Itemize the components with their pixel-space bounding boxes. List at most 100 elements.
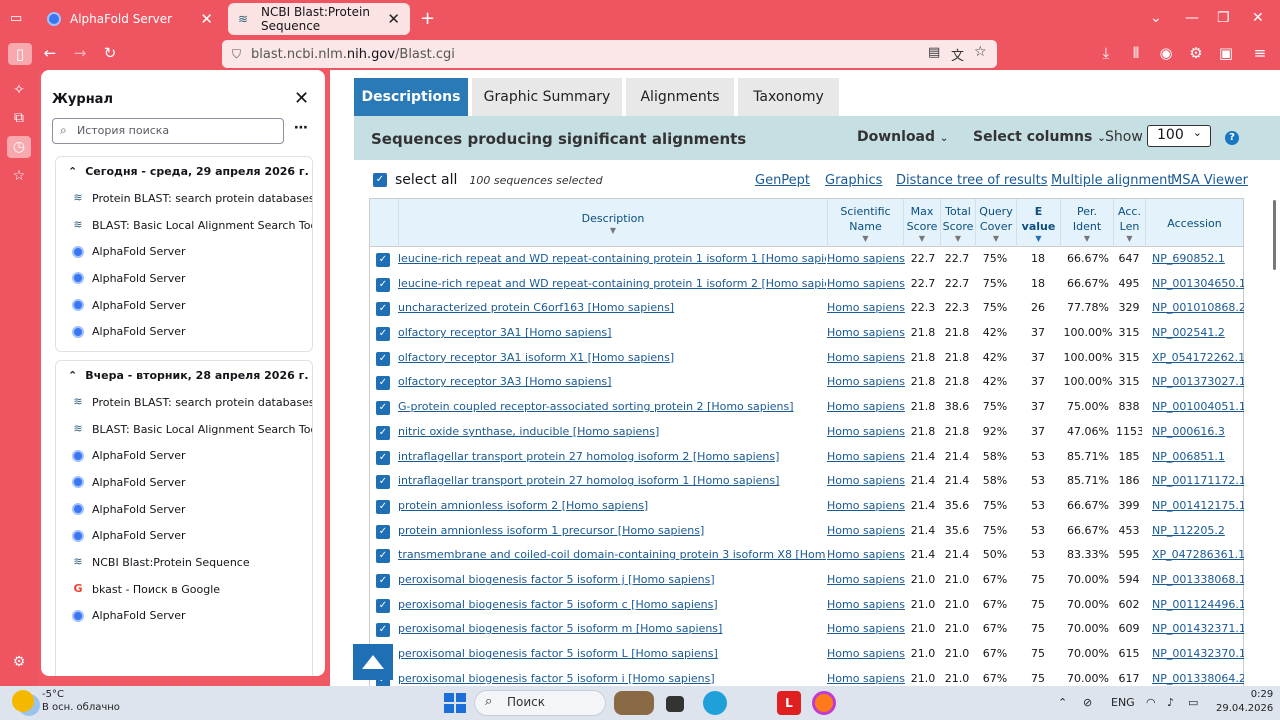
row-checkbox[interactable]: ✓ <box>376 351 390 366</box>
row-scientific-name-link[interactable]: Homo sapiens <box>827 296 905 321</box>
bookmarks-icon[interactable]: ☆ <box>9 168 29 184</box>
row-scientific-name-link[interactable]: Homo sapiens <box>827 543 905 568</box>
account-icon[interactable]: ◉ <box>1156 44 1176 62</box>
link-distance-tree[interactable]: Distance tree of results <box>896 173 1047 188</box>
reader-view-icon[interactable]: ▤ <box>928 45 940 60</box>
row-scientific-name-link[interactable]: Homo sapiens <box>827 247 905 272</box>
history-group-header[interactable]: ⌃ Вчера - вторник, 28 апреля 2026 г. <box>56 361 312 389</box>
row-description-link[interactable]: peroxisomal biogenesis factor 5 isoform … <box>398 667 826 686</box>
row-description-link[interactable]: protein amnionless isoform 1 precursor [… <box>398 519 826 544</box>
row-checkbox[interactable]: ✓ <box>376 376 390 391</box>
row-checkbox[interactable]: ✓ <box>376 499 390 514</box>
forward-icon[interactable]: → <box>70 44 90 62</box>
row-accession-link[interactable]: NP_001373027.1 <box>1152 370 1244 395</box>
row-scientific-name-link[interactable]: Homo sapiens <box>827 370 905 395</box>
speaker-icon[interactable]: ♪ <box>1167 696 1174 709</box>
col-e-value[interactable]: E value ▼ <box>1016 199 1060 247</box>
history-item[interactable]: AlphaFold Server <box>56 496 312 523</box>
row-scientific-name-link[interactable]: Homo sapiens <box>827 395 905 420</box>
history-item[interactable]: ≋ Protein BLAST: search protein databases… <box>56 389 312 416</box>
row-checkbox[interactable]: ✓ <box>376 450 390 465</box>
row-accession-link[interactable]: XP_047286361.1 <box>1152 543 1244 568</box>
row-accession-link[interactable]: NP_001338068.1 <box>1152 568 1244 593</box>
tab-ncbi-blast[interactable]: ≋ NCBI Blast:Protein Sequence ✕ <box>228 3 410 35</box>
close-tab-icon[interactable]: ✕ <box>387 10 400 28</box>
row-description-link[interactable]: G-protein coupled receptor-associated so… <box>398 395 826 420</box>
windows-start-icon[interactable] <box>442 691 466 715</box>
row-scientific-name-link[interactable]: Homo sapiens <box>827 568 905 593</box>
history-item[interactable]: AlphaFold Server <box>56 292 312 319</box>
row-checkbox[interactable]: ✓ <box>376 549 390 564</box>
reload-icon[interactable]: ↻ <box>100 44 120 62</box>
row-description-link[interactable]: transmembrane and coiled-coil domain-con… <box>398 543 826 568</box>
row-accession-link[interactable]: NP_006851.1 <box>1152 445 1244 470</box>
row-checkbox[interactable]: ✓ <box>376 524 390 539</box>
network-off-icon[interactable]: ⊘ <box>1083 696 1092 709</box>
row-accession-link[interactable]: NP_001171172.1 <box>1152 469 1244 494</box>
col-accession[interactable]: Accession <box>1145 199 1243 247</box>
history-search-input[interactable]: ⌕ История поиска <box>52 118 284 144</box>
tab-taxonomy[interactable]: Taxonomy <box>738 78 839 116</box>
row-scientific-name-link[interactable]: Homo sapiens <box>827 420 905 445</box>
menu-icon[interactable]: ≡ <box>1250 44 1270 62</box>
extensions-icon[interactable]: ⚙ <box>1186 44 1206 62</box>
back-icon[interactable]: ← <box>40 44 60 62</box>
row-accession-link[interactable]: NP_002541.2 <box>1152 321 1244 346</box>
sidebar-toggle-icon[interactable]: ▯ <box>8 43 32 65</box>
row-checkbox[interactable]: ✓ <box>376 327 390 342</box>
row-accession-link[interactable]: NP_690852.1 <box>1152 247 1244 272</box>
firefox-icon[interactable] <box>812 691 836 715</box>
row-description-link[interactable]: peroxisomal biogenesis factor 5 isoform … <box>398 642 826 667</box>
widget-app-icon[interactable] <box>614 691 654 715</box>
history-item[interactable]: AlphaFold Server <box>56 603 312 630</box>
row-checkbox[interactable]: ✓ <box>376 573 390 588</box>
history-item[interactable]: AlphaFold Server <box>56 522 312 549</box>
translate-icon[interactable]: 文 <box>951 45 964 64</box>
row-description-link[interactable]: nitric oxide synthase, inducible [Homo s… <box>398 420 826 445</box>
history-item[interactable]: Gbkast - Поиск в Google <box>56 576 312 603</box>
close-tab-icon[interactable]: ✕ <box>200 10 213 28</box>
file-explorer-icon[interactable] <box>666 696 684 712</box>
history-item[interactable]: ≋ NCBI Blast:Protein Sequence <box>56 549 312 576</box>
minimize-icon[interactable]: — <box>1185 10 1199 26</box>
row-scientific-name-link[interactable]: Homo sapiens <box>827 321 905 346</box>
scroll-to-top-button[interactable] <box>353 644 393 680</box>
select-all-checkbox[interactable]: ✓ <box>373 173 387 187</box>
close-icon[interactable]: ✕ <box>294 88 309 109</box>
chevron-down-icon[interactable]: ⌄ <box>1150 10 1162 26</box>
row-description-link[interactable]: olfactory receptor 3A3 [Homo sapiens] <box>398 370 826 395</box>
link-genpept[interactable]: GenPept <box>755 173 810 188</box>
col-acc-len[interactable]: Acc. Len ▼ <box>1113 199 1145 247</box>
window-close-icon[interactable]: ✕ <box>1252 10 1264 26</box>
history-item[interactable]: ≋ BLAST: Basic Local Alignment Search Too… <box>56 212 312 239</box>
row-checkbox[interactable]: ✓ <box>376 598 390 613</box>
weather-widget[interactable]: -5°C В осн. облачно <box>12 688 120 714</box>
row-scientific-name-link[interactable]: Homo sapiens <box>827 642 905 667</box>
url-bar[interactable]: ⛉ blast.ncbi.nlm. nih.gov/Blast.cgi ▤ 文 ☆ <box>222 40 997 68</box>
row-description-link[interactable]: peroxisomal biogenesis factor 5 isoform … <box>398 593 826 618</box>
language-indicator[interactable]: ENG <box>1111 696 1135 709</box>
history-item[interactable]: AlphaFold Server <box>56 442 312 469</box>
row-description-link[interactable]: olfactory receptor 3A1 isoform X1 [Homo … <box>398 346 826 371</box>
history-item[interactable]: AlphaFold Server <box>56 469 312 496</box>
row-checkbox[interactable]: ✓ <box>376 425 390 440</box>
taskbar-search[interactable]: ⌕ Поиск <box>474 690 606 716</box>
col-description[interactable]: Description ▼ <box>398 199 827 247</box>
container-icon[interactable]: ▣ <box>1216 44 1236 62</box>
link-graphics[interactable]: Graphics <box>825 173 882 188</box>
row-accession-link[interactable]: NP_001338064.2 <box>1152 667 1244 686</box>
app-l-icon[interactable]: L <box>777 691 801 715</box>
new-tab-icon[interactable]: + <box>420 8 435 29</box>
select-columns-button[interactable]: Select columns ⌄ <box>973 129 1106 145</box>
scrollbar[interactable] <box>1273 200 1276 270</box>
col-total-score[interactable]: Total Score ▼ <box>940 199 975 247</box>
settings-gear-icon[interactable]: ⚙ <box>9 654 29 670</box>
row-accession-link[interactable]: NP_112205.2 <box>1152 519 1244 544</box>
row-checkbox[interactable]: ✓ <box>376 401 390 416</box>
row-accession-link[interactable]: NP_001412175.1 <box>1152 494 1244 519</box>
history-group-header[interactable]: ⌃ Сегодня - среда, 29 апреля 2026 г. <box>56 157 312 185</box>
row-scientific-name-link[interactable]: Homo sapiens <box>827 272 905 297</box>
row-description-link[interactable]: peroxisomal biogenesis factor 5 isoform … <box>398 568 826 593</box>
tray-chevron-up-icon[interactable]: ⌃ <box>1058 696 1067 709</box>
link-msa-viewer[interactable]: MSA Viewer <box>1171 173 1248 188</box>
